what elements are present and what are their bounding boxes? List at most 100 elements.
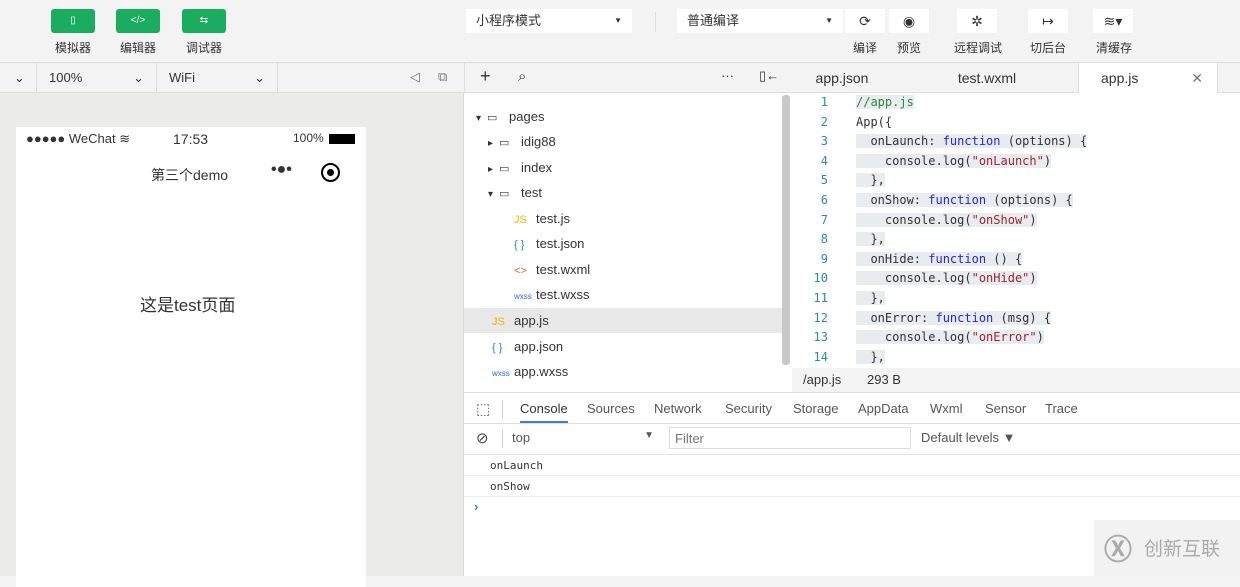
caret-down-icon: ▾ bbox=[476, 113, 482, 124]
levels-select[interactable]: Default levels ▼ bbox=[921, 430, 1016, 445]
code-editor[interactable]: 1 //app.js 2 App({3 onLaunch: function (opt… bbox=[792, 93, 1240, 368]
tab-app-js[interactable]: app.js ✕ bbox=[1078, 63, 1218, 94]
devtools-tab-network[interactable]: Network bbox=[654, 401, 702, 416]
zoom-value: 100% bbox=[49, 70, 83, 85]
divider bbox=[464, 423, 1240, 424]
divider bbox=[502, 430, 503, 448]
clear-console-icon[interactable]: ⊘ bbox=[476, 429, 489, 447]
editor-status-bar: /app.js 293 B bbox=[792, 368, 1240, 392]
remote-debug-button[interactable]: ✲ bbox=[957, 9, 997, 33]
close-icon[interactable]: ✕ bbox=[1191, 63, 1203, 94]
divider bbox=[464, 496, 1240, 497]
detach-window-icon[interactable]: ⧉ bbox=[438, 69, 447, 85]
search-icon[interactable]: ⌕ bbox=[518, 68, 526, 85]
code-line: console.log("onLaunch") bbox=[856, 153, 1052, 168]
devtools-tab-sources[interactable]: Sources bbox=[587, 401, 635, 416]
devtools-tab-trace[interactable]: Trace bbox=[1045, 401, 1078, 416]
chevron-down-icon: ⌄ bbox=[14, 70, 25, 85]
network-select[interactable]: WiFi ⌄ bbox=[157, 63, 278, 93]
line-number: 4 bbox=[820, 153, 828, 168]
background-button[interactable]: ↦ bbox=[1028, 9, 1068, 33]
tree-item[interactable]: wxss app.wxss bbox=[464, 359, 782, 384]
wxss-file-icon: wxss bbox=[514, 292, 532, 301]
caret-down-icon: ▼ bbox=[825, 16, 833, 25]
clear-cache-button[interactable]: ≋▾ bbox=[1093, 9, 1133, 33]
devtools-tab-security[interactable]: Security bbox=[725, 401, 772, 416]
more-icon[interactable]: ··· bbox=[721, 68, 734, 83]
page-title: 第三个demo bbox=[151, 167, 229, 183]
more-dots-icon[interactable]: •●• bbox=[271, 161, 292, 179]
mode-select[interactable]: 小程序模式 ▼ bbox=[466, 9, 632, 33]
tree-item-label: test.js bbox=[536, 211, 570, 226]
clock: 17:53 bbox=[173, 131, 209, 147]
simulator-button[interactable]: ▯ bbox=[51, 9, 95, 33]
devtools-tab-appdata[interactable]: AppData bbox=[858, 401, 909, 416]
close-capsule-icon[interactable] bbox=[321, 163, 340, 182]
console-filter-input[interactable] bbox=[669, 427, 911, 449]
debugger-button[interactable]: ⇆ bbox=[182, 9, 226, 33]
devtools-tab-console[interactable]: Console bbox=[520, 401, 568, 423]
compile-mode-value: 普通编译 bbox=[687, 13, 740, 28]
line-number: 12 bbox=[813, 310, 828, 325]
add-file-icon[interactable]: + bbox=[480, 66, 491, 87]
line-number: 5 bbox=[820, 173, 828, 188]
mute-icon[interactable]: ◁ bbox=[410, 69, 420, 85]
caret-down-icon: ▾ bbox=[488, 189, 494, 200]
compile-mode-select[interactable]: 普通编译 ▼ bbox=[677, 9, 843, 33]
tree-scrollbar[interactable] bbox=[782, 95, 790, 365]
tab-app-json[interactable]: app.json bbox=[792, 63, 892, 94]
tree-item[interactable]: JS test.js bbox=[464, 206, 782, 231]
devtools-tab-sensor[interactable]: Sensor bbox=[985, 401, 1026, 416]
phone-screen: ●●●●● WeChat ≋ 17:53 100% 第三个demo •●• 这是… bbox=[16, 127, 366, 587]
console-prompt-icon[interactable]: › bbox=[474, 499, 478, 514]
caret-right-icon: ▸ bbox=[488, 138, 494, 149]
folder-open-icon: ▭ bbox=[499, 188, 510, 200]
tree-item-label: test.wxml bbox=[536, 262, 591, 277]
tree-item-label: idig88 bbox=[521, 134, 556, 149]
js-file-icon: JS bbox=[492, 316, 505, 328]
folder-icon: ▭ bbox=[499, 137, 510, 149]
wxml-file-icon: <> bbox=[514, 265, 527, 277]
mode-value: 小程序模式 bbox=[476, 13, 542, 28]
tree-item[interactable]: ▸ ▭ idig88 bbox=[464, 129, 782, 154]
tree-item[interactable]: <> test.wxml bbox=[464, 257, 782, 282]
tree-item[interactable]: ▾ ▭ test bbox=[464, 180, 782, 205]
line-number: 10 bbox=[813, 271, 828, 286]
wifi-icon: ≋ bbox=[119, 131, 131, 146]
network-value: WiFi bbox=[169, 70, 195, 85]
carrier: ●●●●● WeChat ≋ bbox=[26, 131, 131, 146]
tree-item[interactable]: JS app.js bbox=[464, 308, 782, 333]
tree-item[interactable]: wxss test.wxss bbox=[464, 282, 782, 307]
tree-item[interactable]: { } test.json bbox=[464, 231, 782, 256]
background-label: 切后台 bbox=[1029, 41, 1066, 55]
line-number: 6 bbox=[820, 193, 828, 207]
chevron-down-icon: ⌄ bbox=[254, 70, 265, 85]
divider bbox=[464, 454, 1240, 455]
code-line: }, bbox=[856, 349, 885, 364]
tree-item[interactable]: ▸ ▭ index bbox=[464, 155, 782, 180]
battery-level: 100% bbox=[293, 131, 324, 145]
remote-debug-label: 远程调试 bbox=[953, 41, 1002, 55]
tree-item-label: test.wxss bbox=[536, 287, 590, 302]
tree-item[interactable]: ▾ ▭ pages bbox=[464, 104, 782, 129]
layers-icon: ≋▾ bbox=[1103, 13, 1123, 29]
devtools-tab-storage[interactable]: Storage bbox=[793, 401, 839, 416]
line-number: 1 bbox=[820, 95, 828, 109]
tree-item-label: app.wxss bbox=[514, 364, 569, 379]
device-select[interactable]: ⌄ bbox=[0, 63, 37, 93]
code-line: //app.js bbox=[856, 95, 914, 109]
devtools-tab-wxml[interactable]: Wxml bbox=[930, 401, 963, 416]
collapse-panel-icon[interactable]: ▯← bbox=[759, 68, 779, 84]
zoom-select[interactable]: 100% ⌄ bbox=[37, 63, 157, 93]
inspect-icon[interactable]: ⬚ bbox=[476, 400, 490, 418]
tree-item[interactable]: { } app.json bbox=[464, 334, 782, 359]
tab-test-wxml[interactable]: test.wxml bbox=[922, 63, 1052, 94]
preview-button[interactable]: ◉ bbox=[889, 9, 929, 33]
simulator-toolbar: ⌄ 100% ⌄ WiFi ⌄ ◁ ⧉ + ⌕ ··· ▯← bbox=[0, 63, 792, 93]
compile-button[interactable]: ⟳ bbox=[845, 9, 885, 33]
folder-open-icon: ▭ bbox=[487, 112, 498, 124]
line-number: 13 bbox=[813, 330, 828, 345]
divider bbox=[502, 400, 503, 418]
editor-button[interactable]: </> bbox=[116, 9, 160, 33]
context-select[interactable]: top ▼ bbox=[512, 430, 654, 445]
